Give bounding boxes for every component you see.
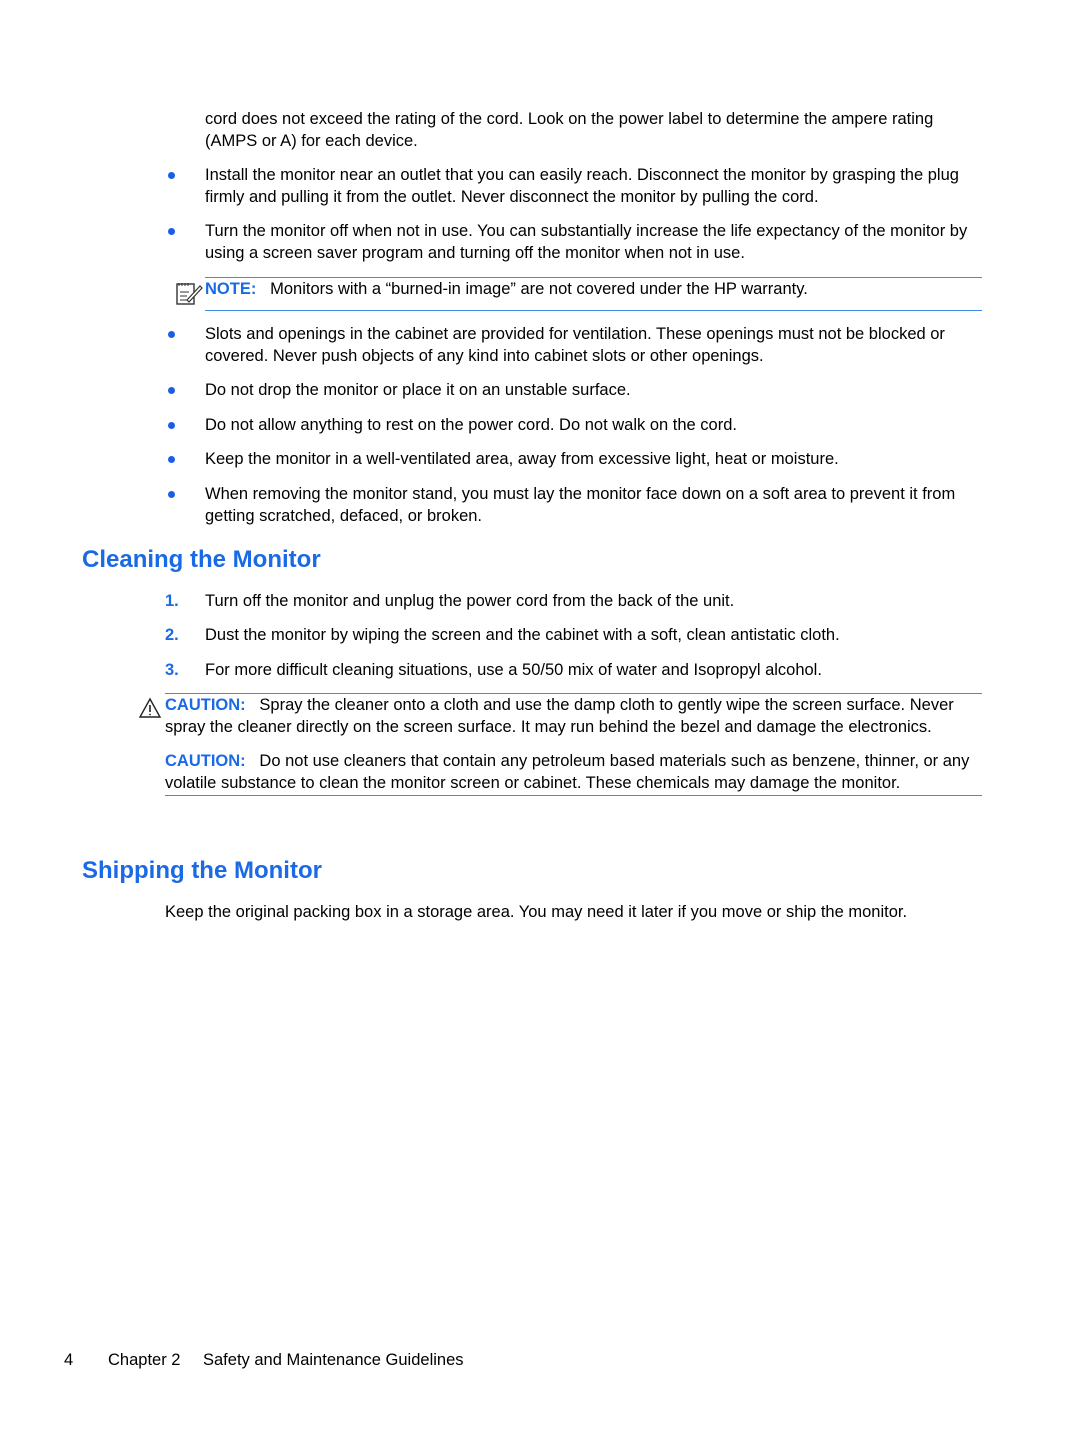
caution-text: Do not use cleaners that contain any pet… [165,752,970,792]
bullet-icon [168,228,175,235]
list-item-text: Slots and openings in the cabinet are pr… [205,325,945,365]
bullet-icon [168,172,175,179]
list-item-text: Install the monitor near an outlet that … [205,166,959,206]
list-item-text: When removing the monitor stand, you mus… [205,485,956,525]
step-number: 3. [165,661,179,679]
section-heading-shipping: Shipping the Monitor [82,857,322,884]
list-item-text: Do not allow anything to rest on the pow… [205,416,737,434]
caution-paragraph: CAUTION: Do not use cleaners that contai… [165,750,982,794]
bullet-icon [168,456,175,463]
bullet-icon [168,422,175,429]
step-text: Dust the monitor by wiping the screen an… [205,626,840,644]
note-box: NOTE: Monitors with a “burned-in image” … [205,277,982,311]
step-text: Turn off the monitor and unplug the powe… [205,592,735,610]
document-page: cord does not exceed the rating of the c… [0,0,1080,1437]
note-text: Monitors with a “burned-in image” are no… [270,280,808,298]
note-label: NOTE: [205,280,257,298]
caution-label: CAUTION: [165,752,246,770]
caution-paragraph: CAUTION: Spray the cleaner onto a cloth … [165,694,982,738]
step-number: 1. [165,592,179,610]
bullet-icon [168,491,175,498]
page-number: 4 [64,1351,74,1369]
note-paragraph: NOTE: Monitors with a “burned-in image” … [205,278,982,300]
list-item-text: Turn the monitor off when not in use. Yo… [205,222,968,262]
section-heading-cleaning: Cleaning the Monitor [82,546,321,573]
step-number: 2. [165,626,179,644]
caution-block: CAUTION: Spray the cleaner onto a cloth … [165,693,982,796]
step-text: For more difficult cleaning situations, … [205,661,822,679]
note-pencil-icon [176,283,203,305]
footer-chapter: Chapter 2 [108,1351,181,1369]
bullet-icon [168,387,175,394]
warning-triangle-icon [138,697,162,718]
intro-continuation: cord does not exceed the rating of the c… [205,110,934,150]
shipping-text: Keep the original packing box in a stora… [165,903,908,921]
caution-text: Spray the cleaner onto a cloth and use t… [165,696,954,736]
list-item-text: Do not drop the monitor or place it on a… [205,381,631,399]
footer-chapter-title: Safety and Maintenance Guidelines [203,1351,464,1369]
bullet-icon [168,331,175,338]
caution-label: CAUTION: [165,696,246,714]
list-item-text: Keep the monitor in a well-ventilated ar… [205,450,839,468]
